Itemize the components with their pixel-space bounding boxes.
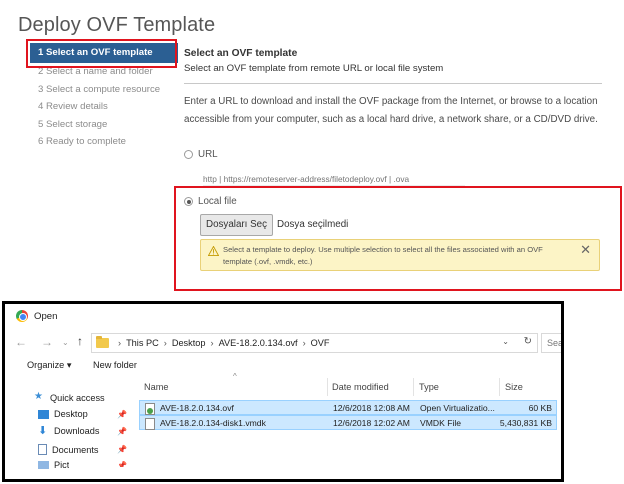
nav-item-label: Quick access xyxy=(50,392,105,403)
pin-icon[interactable]: 📌 xyxy=(117,445,127,454)
local-file-radio[interactable] xyxy=(184,197,193,206)
file-row[interactable]: AVE-18.2.0.134-disk1.vmdk 12/6/2018 12:0… xyxy=(139,415,557,430)
column-header-size[interactable]: Size xyxy=(505,382,523,392)
step-ready-to-complete[interactable]: 6 Ready to complete xyxy=(30,133,178,151)
organize-button[interactable]: Organize ▾ xyxy=(27,360,71,371)
file-type: Open Virtualizatio... xyxy=(420,403,495,413)
url-option-label: URL xyxy=(198,149,218,160)
breadcrumb-separator-icon: › xyxy=(163,338,167,348)
panel-title: Select an OVF template xyxy=(184,48,298,59)
ovf-file-icon xyxy=(145,403,155,415)
search-input[interactable]: Sea xyxy=(541,333,561,353)
document-icon xyxy=(38,444,47,455)
desktop-icon xyxy=(38,409,49,419)
local-file-option[interactable]: Local file xyxy=(184,196,237,207)
wizard-title: Deploy OVF Template xyxy=(18,14,216,36)
file-size: 5,430,831 KB xyxy=(499,418,552,428)
dialog-title: Open xyxy=(34,311,58,322)
warning-icon xyxy=(208,246,219,256)
star-icon: ★ xyxy=(34,391,43,402)
file-size: 60 KB xyxy=(528,403,552,413)
pictures-icon xyxy=(38,461,49,469)
intro-text: Enter a URL to download and install the … xyxy=(184,96,598,125)
pin-icon[interactable]: 📌 xyxy=(117,427,127,436)
panel-divider xyxy=(184,83,602,84)
file-date: 12/6/2018 12:08 AM xyxy=(333,403,410,413)
nav-item-label: Documents xyxy=(52,444,99,455)
nav-item-downloads[interactable]: ⬇ Downloads xyxy=(38,424,100,437)
file-date: 12/6/2018 12:02 AM xyxy=(333,418,410,428)
file-type: VMDK File xyxy=(420,418,462,428)
url-radio[interactable] xyxy=(184,150,193,159)
url-option[interactable]: URL xyxy=(184,149,218,160)
close-icon[interactable]: ✕ xyxy=(580,243,591,257)
breadcrumb-separator-icon: › xyxy=(118,338,122,348)
folder-icon xyxy=(96,336,109,348)
nav-item-quick-access[interactable]: ★ Quick access xyxy=(34,392,105,403)
choose-files-button[interactable]: Dosyaları Seç xyxy=(200,214,273,236)
nav-item-desktop[interactable]: Desktop xyxy=(38,409,88,419)
pin-icon[interactable]: 📌 xyxy=(117,410,127,419)
vmdk-file-icon xyxy=(145,418,155,430)
no-file-chosen-text: Dosya seçilmedi xyxy=(277,219,349,230)
local-file-label: Local file xyxy=(198,196,237,207)
panel-subtitle: Select an OVF template from remote URL o… xyxy=(184,63,444,74)
breadcrumb-separator-icon: › xyxy=(302,338,306,348)
nav-item-label: Desktop xyxy=(54,409,88,419)
recent-locations-chevron-icon[interactable]: ⌄ xyxy=(62,338,69,347)
nav-item-pictures[interactable]: Pict xyxy=(38,461,69,469)
nav-item-documents[interactable]: Documents xyxy=(38,444,98,455)
column-header-date[interactable]: Date modified xyxy=(332,382,389,392)
step-select-compute-resource[interactable]: 3 Select a compute resource xyxy=(30,81,178,99)
column-divider xyxy=(499,378,500,396)
warning-text: Select a template to deploy. Use multipl… xyxy=(223,245,543,266)
file-name: AVE-18.2.0.134.ovf xyxy=(160,403,234,413)
download-icon: ⬇ xyxy=(38,424,48,437)
refresh-icon[interactable]: ↻ xyxy=(524,336,532,347)
dialog-titlebar: Open xyxy=(5,304,561,330)
new-folder-button[interactable]: New folder xyxy=(93,360,137,370)
breadcrumb-item[interactable]: This PC xyxy=(126,338,159,348)
column-divider xyxy=(327,378,328,396)
breadcrumb-separator-icon: › xyxy=(210,338,214,348)
column-header-type[interactable]: Type xyxy=(419,382,439,392)
step-select-storage[interactable]: 5 Select storage xyxy=(30,116,178,134)
panel-header: Select an OVF template Select an OVF tem… xyxy=(184,48,602,79)
open-file-dialog: Open ← → ⌄ ↑ › This PC › Desktop › AVE-18.2.0… xyxy=(2,301,564,482)
address-dropdown-icon[interactable]: ⌄ xyxy=(502,337,509,346)
navigation-bar: ← → ⌄ ↑ › This PC › Desktop › AVE-18.2.0.134.… xyxy=(5,332,561,354)
nav-item-label: Pict xyxy=(54,461,70,469)
file-name: AVE-18.2.0.134-disk1.vmdk xyxy=(160,418,266,428)
dialog-toolbar: Organize ▾ New folder xyxy=(5,356,561,376)
sort-ascending-icon: ^ xyxy=(233,372,237,381)
breadcrumb-item[interactable]: Desktop xyxy=(172,338,206,348)
warning-alert: Select a template to deploy. Use multipl… xyxy=(200,239,600,271)
breadcrumb: › This PC › Desktop › AVE-18.2.0.134.ovf › OVF xyxy=(113,338,330,348)
breadcrumb-item[interactable]: AVE-18.2.0.134.ovf xyxy=(219,338,298,348)
forward-arrow-icon[interactable]: → xyxy=(41,335,53,349)
highlight-box-active-step xyxy=(26,39,177,68)
column-header-name[interactable]: Name xyxy=(144,382,169,392)
url-input[interactable] xyxy=(203,172,465,186)
pin-icon[interactable]: 📌 xyxy=(117,461,127,467)
up-arrow-icon[interactable]: ↑ xyxy=(77,334,83,348)
back-arrow-icon[interactable]: ← xyxy=(15,335,27,349)
step-review-details[interactable]: 4 Review details xyxy=(30,98,178,116)
column-divider xyxy=(413,378,414,396)
nav-item-label: Downloads xyxy=(54,426,100,436)
breadcrumb-item[interactable]: OVF xyxy=(311,338,330,348)
address-bar[interactable]: › This PC › Desktop › AVE-18.2.0.134.ovf › OVF … xyxy=(91,333,538,353)
file-row[interactable]: AVE-18.2.0.134.ovf 12/6/2018 12:08 AM Op… xyxy=(139,400,557,415)
chrome-icon xyxy=(16,310,28,322)
